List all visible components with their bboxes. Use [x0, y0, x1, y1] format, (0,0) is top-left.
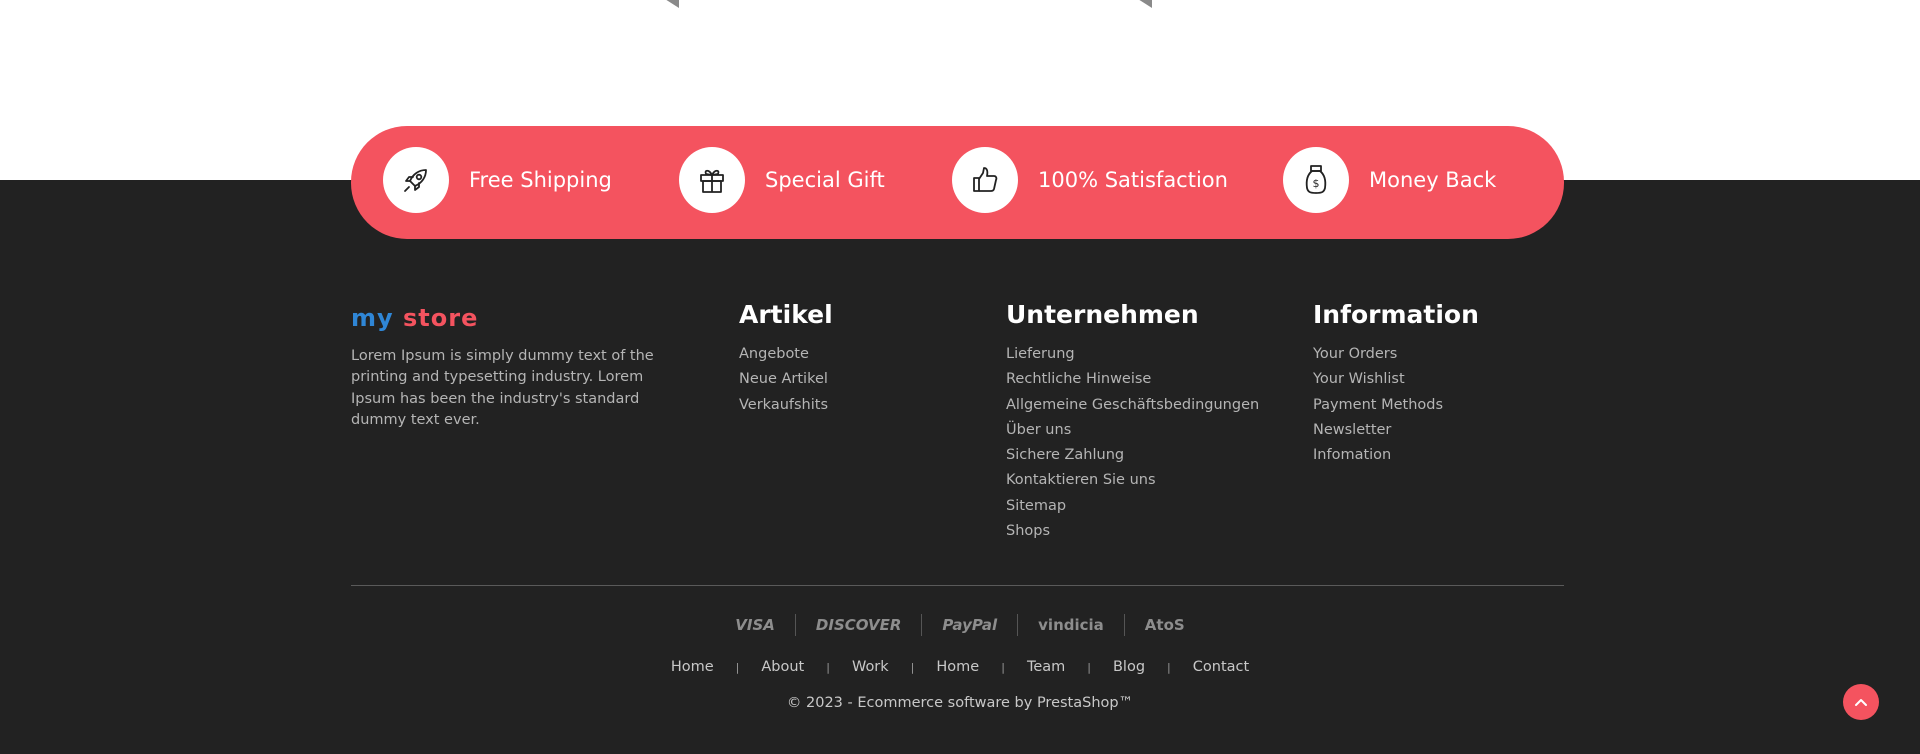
copyright: © 2023 - Ecommerce software by PrestaSho…	[786, 695, 1134, 711]
carousel-arrow-left-icon[interactable]	[657, 0, 679, 8]
bottom-nav-team[interactable]: Team	[1005, 659, 1087, 675]
footer-link-sichere-zahlung[interactable]: Sichere Zahlung	[1006, 443, 1259, 468]
thumbs-up-icon	[952, 147, 1018, 213]
feature-free-shipping: Free Shipping	[383, 147, 612, 213]
bottom-nav-work[interactable]: Work	[830, 659, 911, 675]
footer-link-shops[interactable]: Shops	[1006, 519, 1259, 544]
footer-link-your-orders[interactable]: Your Orders	[1313, 342, 1443, 367]
footer-link-lieferung[interactable]: Lieferung	[1006, 342, 1259, 367]
footer-link-infomation[interactable]: Infomation	[1313, 443, 1443, 468]
artikel-heading: Artikel	[739, 300, 833, 329]
footer-divider	[351, 585, 1564, 586]
discover-logo: DISCOVER	[815, 616, 902, 634]
footer-link-your-wishlist[interactable]: Your Wishlist	[1313, 367, 1443, 392]
visa-logo: VISA	[735, 616, 775, 634]
store-logo[interactable]: my store	[351, 304, 478, 332]
bottom-nav: Home | About | Work | Home | Team | Blog…	[0, 659, 1920, 675]
svg-text:$: $	[1313, 177, 1320, 190]
information-links: Your Orders Your Wishlist Payment Method…	[1313, 342, 1443, 468]
rocket-icon	[383, 147, 449, 213]
about-text: Lorem Ipsum is simply dummy text of the …	[351, 348, 654, 428]
chevron-up-icon	[1855, 699, 1867, 706]
footer-link-agb[interactable]: Allgemeine Geschäftsbedingungen	[1006, 393, 1259, 418]
atos-logo: AtoS	[1144, 616, 1185, 634]
feature-label: Special Gift	[765, 168, 885, 192]
back-to-top-button[interactable]	[1843, 684, 1879, 720]
paypal-logo: PayPal	[942, 616, 998, 634]
bottom-nav-contact[interactable]: Contact	[1171, 659, 1271, 675]
feature-satisfaction: 100% Satisfaction	[952, 147, 1228, 213]
feature-special-gift: Special Gift	[679, 147, 885, 213]
footer-link-newsletter[interactable]: Newsletter	[1313, 418, 1443, 443]
carousel-arrow-right-icon[interactable]	[1130, 0, 1152, 8]
bottom-nav-home-2[interactable]: Home	[914, 659, 1001, 675]
vindicia-logo: vindicia	[1038, 616, 1104, 634]
footer-link-neue-artikel[interactable]: Neue Artikel	[739, 367, 828, 392]
footer-link-payment-methods[interactable]: Payment Methods	[1313, 393, 1443, 418]
bottom-nav-about[interactable]: About	[739, 659, 826, 675]
feature-bar: Free Shipping Special Gift 100% Satisfac…	[351, 126, 1564, 239]
unternehmen-heading: Unternehmen	[1006, 300, 1199, 329]
feature-label: Free Shipping	[469, 168, 612, 192]
footer-link-rechtliche-hinweise[interactable]: Rechtliche Hinweise	[1006, 367, 1259, 392]
feature-label: Money Back	[1369, 168, 1497, 192]
bottom-nav-home[interactable]: Home	[649, 659, 736, 675]
footer-link-ueber-uns[interactable]: Über uns	[1006, 418, 1259, 443]
feature-money-back: $ Money Back	[1283, 147, 1496, 213]
money-bag-icon: $	[1283, 147, 1349, 213]
feature-label: 100% Satisfaction	[1038, 168, 1228, 192]
bottom-nav-blog[interactable]: Blog	[1091, 659, 1167, 675]
gift-icon	[679, 147, 745, 213]
footer-link-verkaufshits[interactable]: Verkaufshits	[739, 393, 828, 418]
payment-logos: VISA DISCOVER PayPal vindicia AtoS	[0, 614, 1920, 636]
footer-link-sitemap[interactable]: Sitemap	[1006, 494, 1259, 519]
footer-link-kontakt[interactable]: Kontaktieren Sie uns	[1006, 468, 1259, 493]
artikel-links: Angebote Neue Artikel Verkaufshits	[739, 342, 828, 418]
unternehmen-links: Lieferung Rechtliche Hinweise Allgemeine…	[1006, 342, 1259, 544]
footer-link-angebote[interactable]: Angebote	[739, 342, 828, 367]
information-heading: Information	[1313, 300, 1479, 329]
